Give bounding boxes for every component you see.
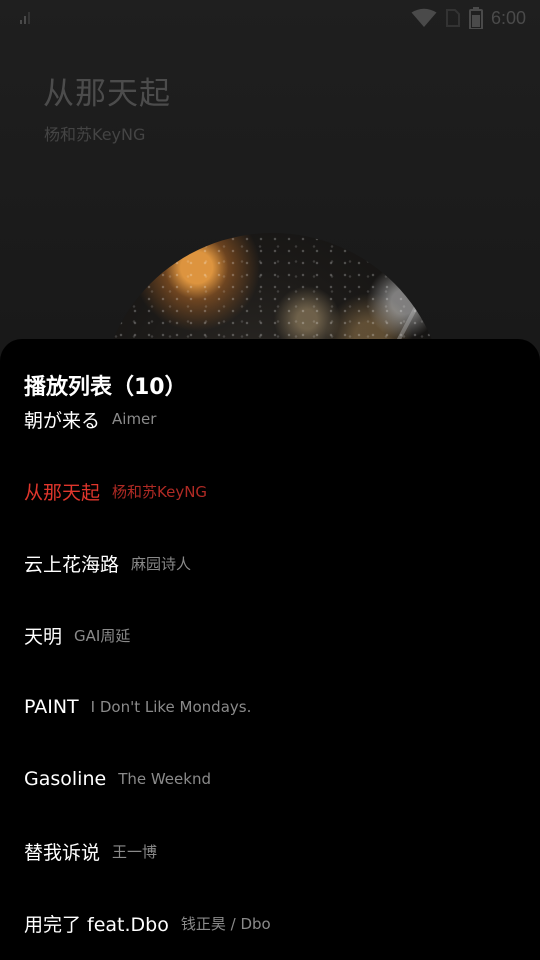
player-screen: 6:00 从那天起 杨和苏KeyNG 播放列表（10） 朝が来る Aimer 从那天… [0,0,540,960]
playlist-item-artist: The Weeknd [118,770,211,788]
playlist-item-artist: 杨和苏KeyNG [112,482,208,501]
playlist-item-title: 天明 [24,625,63,648]
playlist-item[interactable]: 替我诉说 王一博 [0,815,540,887]
playlist-item[interactable]: 用完了 feat.Dbo 钱正昊 / Dbo [0,887,540,959]
playlist-items: 朝が来る Aimer 从那天起 杨和苏KeyNG 云上花海路 麻园诗人 天明 GAI周延 PAI… [0,411,540,959]
sim-off-icon [445,9,460,27]
playlist-item[interactable]: Gasoline The Weeknd [0,743,540,815]
playlist-item-title: 云上花海路 [24,553,120,576]
playlist-item-title: 从那天起 [24,481,101,504]
playlist-item-artist: Aimer [112,411,157,428]
playlist-list[interactable]: 朝が来る Aimer 从那天起 杨和苏KeyNG 云上花海路 麻园诗人 天明 GAI周延 PAI… [0,411,540,960]
playlist-item-title: PAINT [24,696,79,718]
now-playing-title: 从那天起 [43,76,171,112]
playlist-item-artist: 钱正昊 / Dbo [180,914,271,933]
playlist-item-artist: I Don't Like Mondays. [90,698,252,716]
playlist-sheet: 播放列表（10） 朝が来る Aimer 从那天起 杨和苏KeyNG 云上花海路 麻园诗人天… [0,339,540,960]
status-bar: 6:00 [0,0,540,36]
playlist-item-artist: 麻园诗人 [131,554,192,573]
playlist-item-title: 朝が来る [24,411,101,432]
playlist-item-title: 用完了 feat.Dbo [24,913,169,936]
playlist-item-title: Gasoline [24,768,107,790]
playlist-item[interactable]: 天明 GAI周延 [0,599,540,671]
playlist-item[interactable]: 云上花海路 麻园诗人 [0,527,540,599]
playlist-item-title: 替我诉说 [24,841,101,864]
playlist-item[interactable]: 朝が来る Aimer [0,411,540,455]
now-playing-artist: 杨和苏KeyNG [44,125,146,144]
playlist-item[interactable]: PAINT I Don't Like Mondays. [0,671,540,743]
playlist-item-artist: GAI周延 [74,626,131,645]
status-left [20,12,32,24]
clock: 6:00 [490,7,526,28]
wifi-icon [411,8,437,27]
playlist-item[interactable]: 从那天起 杨和苏KeyNG [0,455,540,527]
signal-strength-icon [20,12,32,24]
playlist-item-artist: 王一博 [112,842,158,861]
status-right: 6:00 [411,7,526,29]
battery-icon [468,7,483,29]
playlist-title: 播放列表（10） [24,375,187,400]
